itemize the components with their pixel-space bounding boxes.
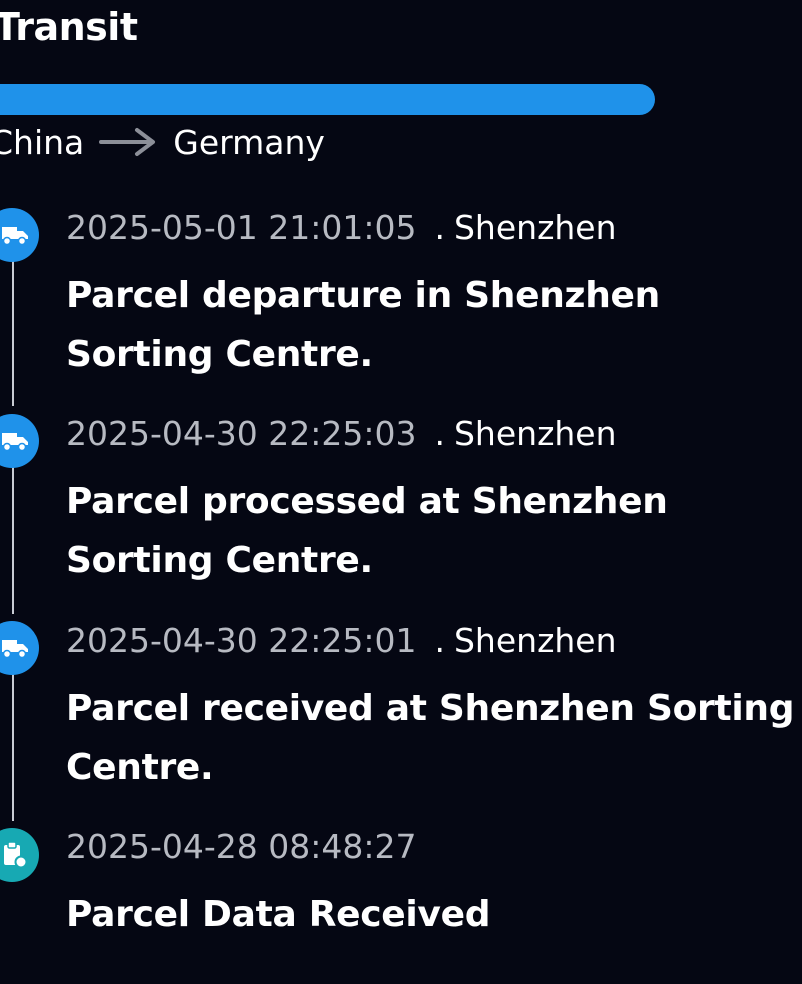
event-time: 2025-04-30 22:25:01 [66, 621, 417, 660]
event-meta: 2025-05-01 21:01:05. Shenzhen [66, 206, 802, 250]
event-description: Parcel departure in Shenzhen Sorting Cen… [66, 275, 660, 375]
event-time: 2025-04-28 08:48:27 [66, 827, 417, 866]
timeline-node [0, 208, 39, 262]
shipment-status-title: Transit [0, 5, 138, 49]
event-meta: 2025-04-28 08:48:27 [66, 825, 802, 869]
event-description: Parcel processed at Shenzhen Sorting Cen… [66, 481, 668, 581]
clipboard-icon [4, 841, 28, 869]
route-origin: China [0, 122, 85, 162]
truck-icon [2, 433, 28, 452]
timeline-node [0, 414, 39, 468]
truck-icon [2, 227, 28, 246]
tracking-event: 2025-05-01 21:01:05. Shenzhen Parcel depa… [66, 206, 802, 384]
event-separator: . [434, 208, 445, 247]
tracking-event: 2025-04-30 22:25:01. Shenzhen Parcel rece… [66, 619, 802, 797]
event-location: Shenzhen [453, 208, 617, 247]
shipment-progress-bar [0, 84, 655, 115]
timeline-node [0, 828, 39, 882]
route-destination: Germany [173, 122, 325, 162]
timeline-node [0, 621, 39, 675]
route: China Germany [0, 120, 325, 164]
event-time: 2025-05-01 21:01:05 [66, 208, 417, 247]
event-location: Shenzhen [453, 621, 617, 660]
event-meta: 2025-04-30 22:25:03. Shenzhen [66, 412, 802, 456]
event-meta: 2025-04-30 22:25:01. Shenzhen [66, 619, 802, 663]
truck-icon [2, 640, 28, 659]
event-description: Parcel received at Shenzhen Sorting Cent… [66, 688, 795, 788]
event-separator: . [434, 414, 445, 453]
event-description: Parcel Data Received [66, 894, 491, 935]
tracking-event: 2025-04-30 22:25:03. Shenzhen Parcel proc… [66, 412, 802, 590]
arrow-right-icon [99, 128, 156, 156]
event-time: 2025-04-30 22:25:03 [66, 414, 417, 453]
event-separator: . [434, 621, 445, 660]
tracking-event: 2025-04-28 08:48:27 Parcel Data Received [66, 825, 802, 944]
event-location: Shenzhen [453, 414, 617, 453]
